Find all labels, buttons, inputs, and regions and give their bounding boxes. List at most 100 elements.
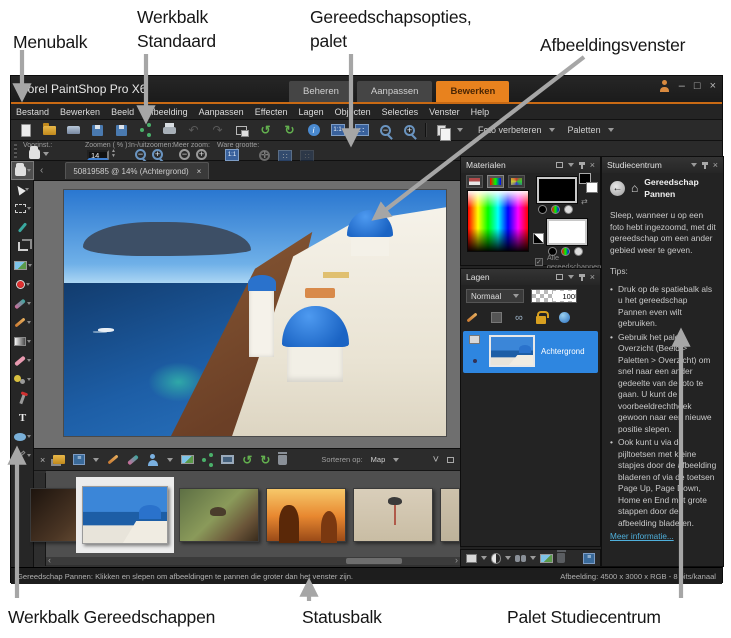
scroll-left[interactable]: ‹: [48, 555, 51, 565]
image-edit-icon[interactable]: [181, 455, 195, 464]
scroll-right[interactable]: ›: [455, 555, 458, 565]
delete-layer-icon[interactable]: [556, 550, 566, 563]
thumbnail-partial[interactable]: [440, 488, 460, 542]
scrollbar-thumb[interactable]: [346, 558, 402, 564]
minimize-button[interactable]: –: [679, 80, 685, 92]
dropdown-caret[interactable]: [548, 128, 555, 132]
menu-bestand[interactable]: Bestand: [16, 107, 49, 117]
pen-tool[interactable]: [11, 446, 34, 465]
rainbow-tab[interactable]: [487, 175, 504, 188]
clone-tool[interactable]: [11, 370, 34, 389]
tab-scroll-left[interactable]: ‹: [40, 165, 43, 176]
menu-help[interactable]: Help: [471, 107, 490, 117]
image-tab[interactable]: 50819585 @ 14% (Achtergrond) ×: [65, 162, 210, 179]
crop-tool[interactable]: [11, 237, 34, 256]
zoom-minus-icon[interactable]: −: [179, 149, 190, 160]
more-info-link[interactable]: Meer informatie...: [610, 532, 674, 541]
zoom-percent-input[interactable]: [87, 150, 109, 160]
eraser-tool[interactable]: [11, 351, 34, 370]
menu-objecten[interactable]: Objecten: [335, 107, 371, 117]
layer-style-icon[interactable]: [491, 312, 502, 323]
image-info-icon[interactable]: [305, 122, 322, 138]
foto-verbeteren-button[interactable]: Foto verbeteren: [478, 125, 542, 135]
pin-icon[interactable]: [578, 273, 585, 281]
preset-hand-button[interactable]: [29, 146, 49, 159]
straighten-tool[interactable]: [11, 256, 34, 275]
sort-value[interactable]: Map: [371, 455, 386, 464]
thumbnail-santorini-selected[interactable]: [82, 486, 168, 544]
people-tag-icon[interactable]: [147, 453, 159, 466]
gradient-tool[interactable]: [11, 332, 34, 351]
blend-mode-select[interactable]: Normaal: [466, 289, 524, 303]
palette-grip[interactable]: [14, 144, 17, 158]
menu-afbeelding[interactable]: Afbeelding: [145, 107, 188, 117]
background-color-swatch[interactable]: [547, 219, 587, 245]
menu-lagen[interactable]: Lagen: [299, 107, 324, 117]
pan-center-icon[interactable]: ✛: [259, 150, 270, 161]
menu-beeld[interactable]: Beeld: [111, 107, 134, 117]
paletten-button[interactable]: Paletten: [568, 125, 601, 135]
menu-selecties[interactable]: Selecties: [382, 107, 419, 117]
zoom-spinner[interactable]: ▲ ▼: [111, 149, 116, 159]
menu-effecten[interactable]: Effecten: [255, 107, 288, 117]
undo-icon[interactable]: ↶: [185, 122, 202, 138]
account-icon[interactable]: [659, 80, 670, 92]
tab-aanpassen[interactable]: Aanpassen: [356, 81, 433, 102]
new-layer-icon[interactable]: [466, 553, 477, 563]
save-icon[interactable]: [89, 122, 106, 138]
pick-tool[interactable]: [11, 180, 34, 199]
organizer-close[interactable]: ×: [40, 455, 45, 465]
scan-icon[interactable]: [65, 122, 82, 138]
tab-bewerken[interactable]: Bewerken: [436, 81, 510, 102]
float-panel-icon[interactable]: [555, 274, 563, 280]
save-as-icon[interactable]: [113, 122, 130, 138]
close-button[interactable]: ×: [710, 80, 716, 92]
materialen-close[interactable]: ×: [590, 160, 595, 170]
dropdown-caret[interactable]: [167, 457, 174, 462]
dropdown-caret[interactable]: [607, 128, 614, 132]
org-share-icon[interactable]: [202, 457, 207, 462]
panel-menu-caret[interactable]: [567, 275, 574, 279]
lagen-close[interactable]: ×: [590, 272, 595, 282]
panel-menu-caret[interactable]: [567, 163, 574, 167]
delete-icon[interactable]: [278, 451, 288, 465]
text-tool[interactable]: T: [11, 408, 34, 427]
print-icon[interactable]: [161, 122, 178, 138]
shape-tool[interactable]: [11, 427, 34, 446]
float-panel-icon[interactable]: [555, 162, 563, 168]
fg-pattern-button[interactable]: [564, 205, 573, 214]
panel-menu-caret[interactable]: [690, 163, 697, 167]
redo-icon[interactable]: ↷: [209, 122, 226, 138]
thumbnail-sunset[interactable]: [266, 488, 346, 543]
red-eye-tool[interactable]: [11, 275, 34, 294]
zoom-out-icon[interactable]: −: [377, 122, 394, 138]
swatches-tab[interactable]: [508, 175, 525, 188]
foreground-color-swatch[interactable]: [537, 177, 577, 203]
open-icon[interactable]: [41, 122, 58, 138]
view-layers-icon[interactable]: [515, 554, 521, 562]
dropdown-caret[interactable]: [457, 128, 463, 132]
opacity-input[interactable]: [553, 291, 575, 301]
layer-image-icon[interactable]: [540, 553, 553, 563]
organizer-collapse[interactable]: ˅: [433, 454, 439, 466]
dropper-tool[interactable]: [11, 218, 34, 237]
dropdown-caret[interactable]: [530, 556, 537, 560]
makeover-tool[interactable]: [11, 294, 34, 313]
thumbnail-scrollbar[interactable]: ‹ ›: [46, 555, 460, 565]
actual-size-button[interactable]: [225, 149, 239, 161]
lock-icon[interactable]: [535, 311, 549, 324]
layer-page-icon[interactable]: [469, 335, 480, 344]
swap-colors-icon[interactable]: ⇄: [581, 197, 588, 206]
airbrush-tool[interactable]: [11, 389, 34, 408]
folder-tree-icon[interactable]: [53, 455, 66, 464]
copy-special-icon[interactable]: [433, 122, 451, 141]
blend-ranges-icon[interactable]: [558, 312, 570, 323]
rotate-right-icon[interactable]: ↻: [281, 122, 298, 138]
edit-layer-icon[interactable]: [466, 312, 478, 323]
thumbnail-bird-stump[interactable]: [179, 488, 259, 542]
layer-row-achtergrond[interactable]: Achtergrond: [463, 331, 598, 373]
link-layers-icon[interactable]: ∞: [515, 312, 523, 324]
slideshow-icon[interactable]: [221, 455, 235, 464]
actual-size-icon[interactable]: [329, 122, 346, 138]
zoom-out-tool-icon[interactable]: −: [135, 149, 146, 160]
